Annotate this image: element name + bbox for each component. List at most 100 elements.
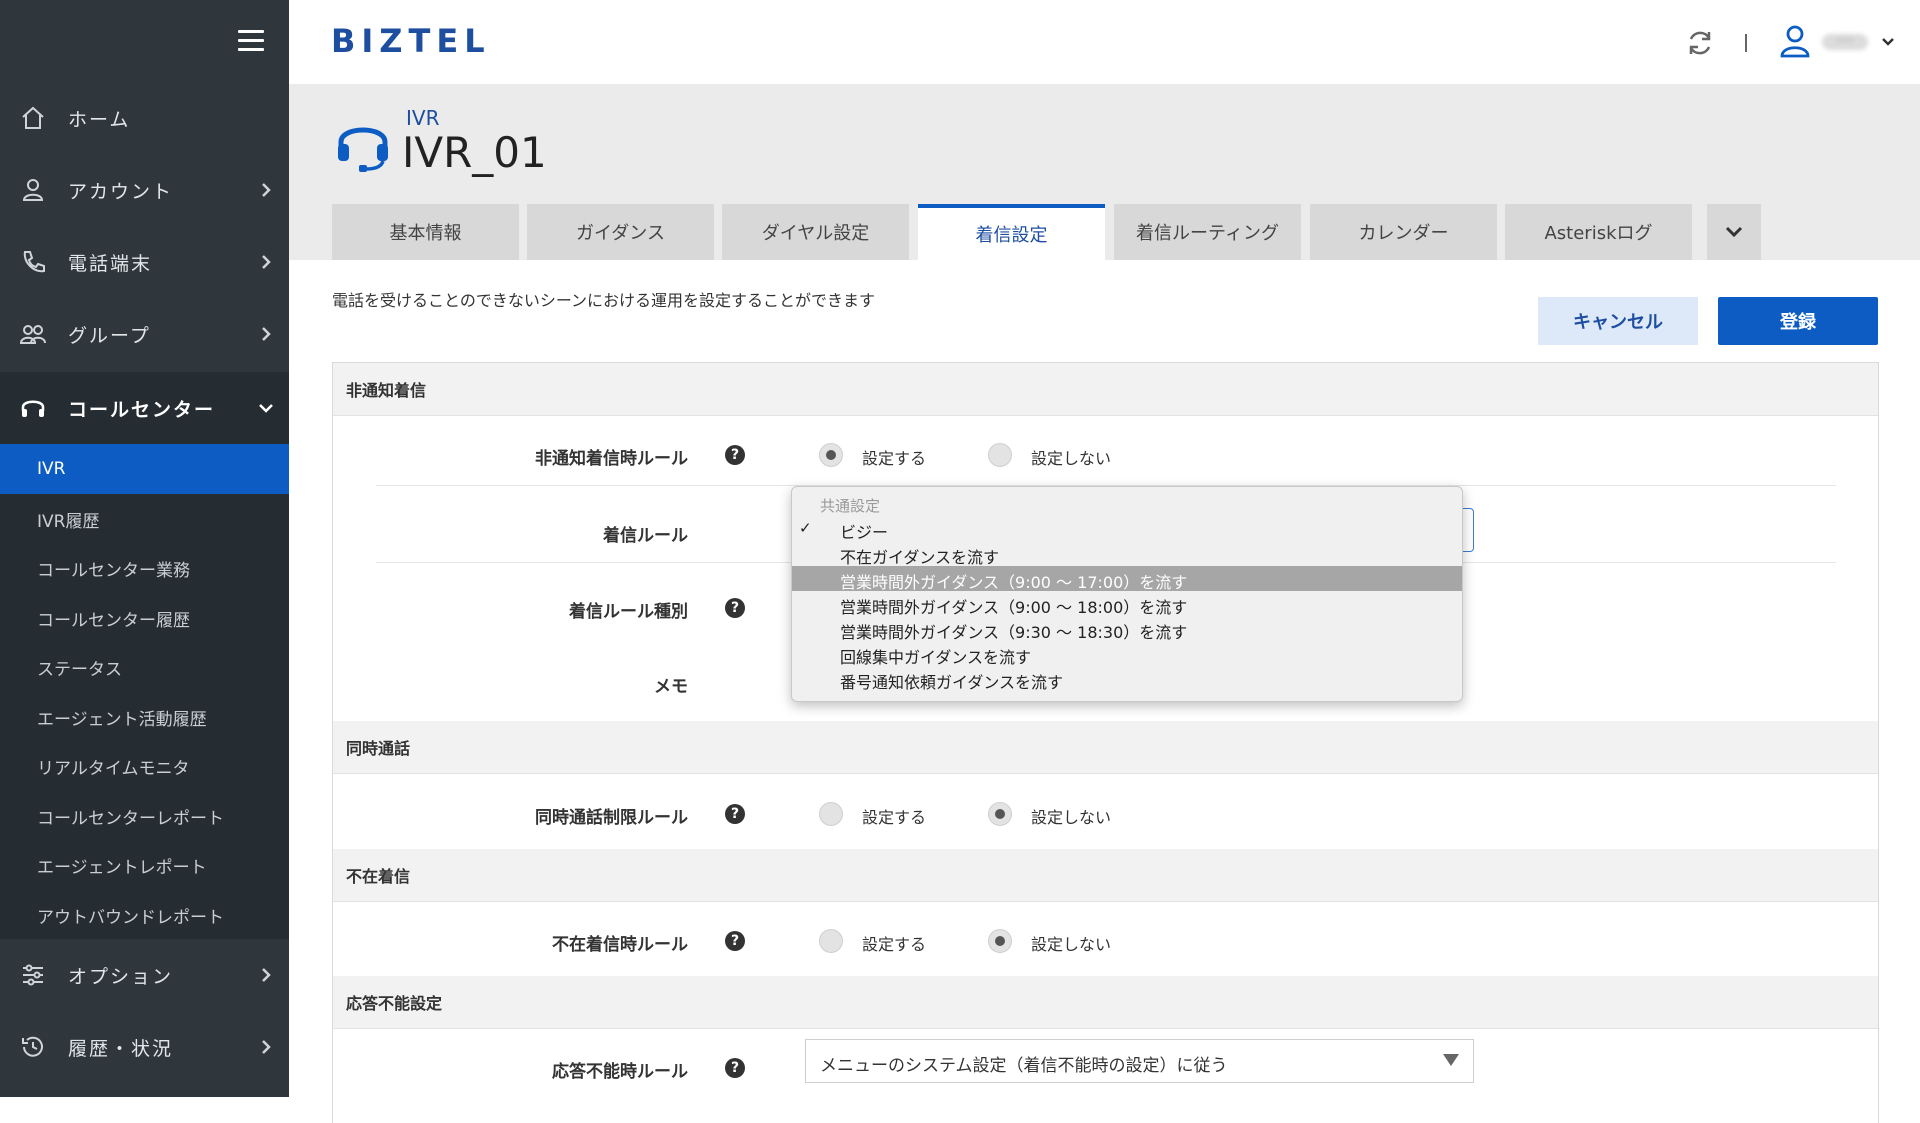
dropdown-option[interactable]: 回線集中ガイダンスを流す [792, 641, 1462, 667]
help-icon[interactable]: ? [725, 931, 745, 951]
label-concurrent-rule: 同時通話制限ルール [535, 808, 688, 828]
radio-anonymous-off[interactable] [988, 443, 1012, 467]
tab-guidance[interactable]: ガイダンス [527, 204, 714, 260]
dropdown-caret-icon [1443, 1054, 1459, 1066]
tab-basic-info[interactable]: 基本情報 [332, 204, 519, 260]
radio-concurrent-off[interactable] [988, 802, 1012, 826]
register-button[interactable]: 登録 [1718, 297, 1878, 345]
sidebar-subitem-agent-report[interactable]: エージェントレポート [0, 840, 289, 890]
radio-concurrent-on[interactable] [819, 802, 843, 826]
sidebar-item-group[interactable]: グループ [0, 298, 289, 370]
radio-label: 設定しない [1031, 808, 1112, 827]
sidebar-item-callcenter[interactable]: コールセンター [0, 372, 289, 444]
help-icon[interactable]: ? [725, 804, 745, 824]
chevron-right-icon [262, 968, 271, 982]
section-header-concurrent: 同時通話 [333, 721, 1878, 774]
dropdown-option[interactable]: 番号通知依頼ガイダンスを流す [792, 666, 1462, 692]
radio-anonymous-on[interactable] [819, 443, 843, 467]
radio-label: 設定する [862, 935, 927, 954]
chevron-down-icon [259, 404, 273, 413]
dropdown-option[interactable]: 営業時間外ガイダンス（9:00 〜 18:00）を流す [792, 591, 1462, 617]
section-header-unavailable: 応答不能設定 [333, 976, 1878, 1029]
cancel-button[interactable]: キャンセル [1538, 297, 1698, 345]
history-icon [16, 1030, 50, 1064]
label-absent-rule: 不在着信時ルール [552, 935, 688, 955]
radio-label: 設定しない [1031, 935, 1112, 954]
user-icon [16, 173, 50, 207]
label-unavailable-rule: 応答不能時ルール [552, 1062, 688, 1082]
sidebar-subitem-realtime-monitor[interactable]: リアルタイムモニタ [0, 741, 289, 791]
tab-more-button[interactable] [1707, 204, 1761, 260]
tab-dial-settings[interactable]: ダイヤル設定 [722, 204, 909, 260]
page-description: 電話を受けることのできないシーンにおける運用を設定することができます [332, 291, 876, 310]
sidebar-item-label: オプション [68, 965, 174, 988]
sidebar-subitem-status[interactable]: ステータス [0, 642, 289, 692]
help-icon[interactable]: ? [725, 445, 745, 465]
refresh-icon[interactable] [1685, 28, 1715, 58]
section-header-absent: 不在着信 [333, 849, 1878, 902]
sidebar-subitem-ivr-history[interactable]: IVR履歴 [0, 494, 289, 544]
sidebar: ホーム アカウント 電話端末 グループ コールセンター IVR IVR履歴 コー… [0, 0, 289, 1097]
dropdown-group-label: 共通設定 [820, 497, 881, 515]
home-icon [16, 101, 50, 135]
phone-icon [16, 245, 50, 279]
sidebar-item-account[interactable]: アカウント [0, 154, 289, 226]
sidebar-subitem-callcenter-ops[interactable]: コールセンター業務 [0, 543, 289, 593]
chevron-right-icon [262, 327, 271, 341]
settings-panel: 非通知着信 非通知着信時ルール ? 設定する 設定しない 着信ルール 着信ルール… [332, 362, 1879, 1123]
section-header-anonymous: 非通知着信 [333, 363, 1878, 416]
tab-incoming-settings[interactable]: 着信設定 [918, 204, 1105, 260]
page-category: IVR [406, 106, 440, 130]
sidebar-item-home[interactable]: ホーム [0, 82, 289, 154]
group-icon [16, 317, 50, 351]
sidebar-item-history[interactable]: 履歴・状況 [0, 1011, 289, 1083]
radio-label: 設定する [862, 808, 927, 827]
tab-calendar[interactable]: カレンダー [1310, 204, 1497, 260]
chevron-right-icon [262, 1040, 271, 1054]
biztel-logo[interactable]: BIZTEL [331, 22, 491, 60]
chevron-right-icon [262, 183, 271, 197]
sidebar-item-label: ホーム [68, 108, 131, 131]
dropdown-option[interactable]: 不在ガイダンスを流す [792, 541, 1462, 567]
user-account-icon[interactable] [1778, 24, 1812, 58]
tab-asterisk-log[interactable]: Asteriskログ [1505, 204, 1692, 260]
tab-incoming-routing[interactable]: 着信ルーティング [1114, 204, 1301, 260]
sidebar-item-options[interactable]: オプション [0, 939, 289, 1011]
radio-absent-on[interactable] [819, 929, 843, 953]
title-band: IVR IVR_01 基本情報 ガイダンス ダイヤル設定 着信設定 着信ルーティ… [289, 84, 1920, 260]
radio-absent-off[interactable] [988, 929, 1012, 953]
headset-icon [16, 391, 50, 425]
help-icon[interactable]: ? [725, 1058, 745, 1078]
sidebar-item-phone[interactable]: 電話端末 [0, 226, 289, 298]
hamburger-menu-icon[interactable] [238, 30, 264, 52]
sliders-icon [16, 958, 50, 992]
label-incoming-rule: 着信ルール [603, 526, 688, 546]
chevron-down-icon [1725, 226, 1743, 238]
sidebar-item-label: 履歴・状況 [68, 1037, 174, 1060]
label-anonymous-rule: 非通知着信時ルール [535, 449, 688, 469]
sidebar-subitem-outbound-report[interactable]: アウトバウンドレポート [0, 890, 289, 940]
sidebar-subitem-callcenter-history[interactable]: コールセンター履歴 [0, 593, 289, 643]
sidebar-subitem-callcenter-report[interactable]: コールセンターレポート [0, 791, 289, 841]
sidebar-item-label: グループ [68, 324, 151, 347]
chevron-down-icon[interactable] [1881, 36, 1895, 48]
dropdown-option-highlighted[interactable]: 営業時間外ガイダンス（9:00 〜 17:00）を流す [792, 566, 1462, 592]
page-title: IVR_01 [402, 128, 547, 177]
sidebar-item-label: アカウント [68, 180, 174, 203]
dropdown-option[interactable]: 営業時間外ガイダンス（9:30 〜 18:30）を流す [792, 616, 1462, 642]
help-icon[interactable]: ? [725, 598, 745, 618]
sidebar-item-label: 電話端末 [68, 252, 153, 275]
sidebar-subitem-ivr[interactable]: IVR [0, 444, 289, 494]
incoming-rule-dropdown: 共通設定 ✓ ビジー 不在ガイダンスを流す 営業時間外ガイダンス（9:00 〜 … [791, 486, 1463, 702]
label-memo: メモ [654, 677, 688, 697]
check-icon: ✓ [799, 519, 812, 537]
radio-label: 設定する [862, 449, 927, 468]
chevron-right-icon [262, 255, 271, 269]
sidebar-subitem-agent-activity[interactable]: エージェント活動履歴 [0, 692, 289, 742]
user-name[interactable]: *** [1822, 34, 1868, 50]
unavailable-rule-select[interactable]: メニューのシステム設定（着信不能時の設定）に従う [805, 1039, 1474, 1083]
top-header: BIZTEL *** [289, 0, 1920, 84]
header-separator [1745, 34, 1747, 52]
dropdown-option[interactable]: ✓ ビジー [792, 516, 1462, 542]
sidebar-item-label: コールセンター [68, 398, 216, 421]
